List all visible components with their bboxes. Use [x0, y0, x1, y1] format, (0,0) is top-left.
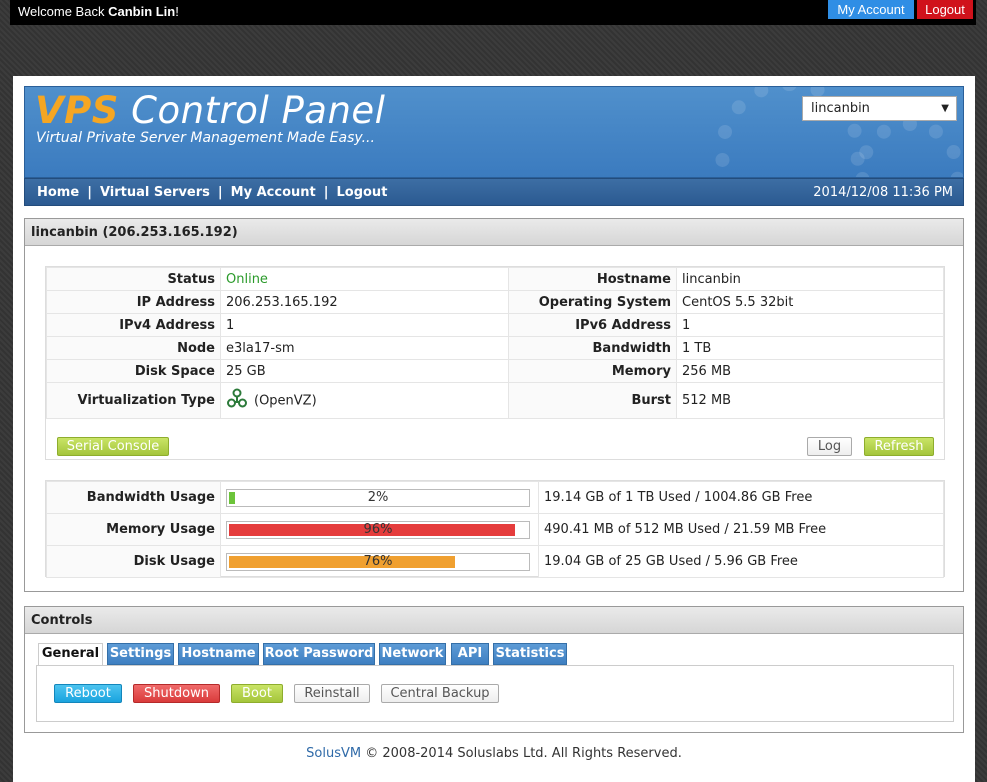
- server-info-table: Status Online Hostname lincanbin IP Address…: [45, 266, 945, 460]
- memory-progress-bar: 96%: [226, 520, 530, 539]
- page-subtitle: Virtual Private Server Management Made E…: [36, 130, 375, 146]
- server-panel: lincanbin (206.253.165.192) Status Online…: [24, 218, 964, 592]
- tab-network[interactable]: Network: [379, 643, 446, 665]
- user-name: Canbin Lin: [108, 4, 176, 19]
- central-backup-button[interactable]: Central Backup: [381, 684, 499, 703]
- nav-virtual-servers[interactable]: Virtual Servers: [100, 185, 210, 200]
- tab-root-password[interactable]: Root Password: [263, 643, 375, 665]
- my-account-button[interactable]: My Account: [828, 0, 914, 19]
- disk-progress-bar: 76%: [226, 552, 530, 571]
- solusvm-link[interactable]: SolusVM: [306, 746, 361, 761]
- nav-bar: Home | Virtual Servers | My Account | Logout 2…: [24, 178, 964, 206]
- reboot-button[interactable]: Reboot: [54, 684, 122, 703]
- logout-button[interactable]: Logout: [917, 0, 973, 19]
- datetime: 2014/12/08 11:36 PM: [813, 185, 953, 200]
- chevron-down-icon: ▼: [941, 103, 949, 114]
- nav-logout[interactable]: Logout: [336, 185, 387, 200]
- nav-home[interactable]: Home: [37, 185, 79, 200]
- tab-statistics[interactable]: Statistics: [493, 643, 567, 665]
- boot-button[interactable]: Boot: [231, 684, 283, 703]
- controls-header: Controls: [25, 607, 963, 634]
- serial-console-button[interactable]: Serial Console: [57, 437, 169, 456]
- refresh-button[interactable]: Refresh: [864, 437, 934, 456]
- tab-general[interactable]: General: [38, 643, 103, 666]
- header-banner: VPS Control Panel Virtual Private Server…: [24, 86, 964, 178]
- usage-table: Bandwidth Usage 2% 19.14 GB of 1 TB Used…: [45, 480, 945, 578]
- top-bar: Welcome Back Canbin Lin! My Account Logo…: [10, 0, 976, 25]
- tab-content-general: Reboot Shutdown Boot Reinstall Central B…: [36, 665, 954, 722]
- openvz-icon: [226, 388, 248, 414]
- page-title: VPS Control Panel: [35, 89, 386, 132]
- welcome-message: Welcome Back Canbin Lin!: [18, 4, 179, 19]
- controls-panel: Controls General Settings Hostname Root …: [24, 606, 964, 733]
- footer: SolusVM © 2008-2014 Soluslabs Ltd. All R…: [306, 746, 682, 761]
- log-button[interactable]: Log: [807, 437, 852, 456]
- server-select[interactable]: lincanbin ▼: [802, 96, 957, 121]
- status-value: Online: [220, 267, 509, 291]
- nav-my-account[interactable]: My Account: [231, 185, 316, 200]
- server-header: lincanbin (206.253.165.192): [25, 219, 963, 246]
- tab-hostname[interactable]: Hostname: [178, 643, 259, 665]
- reinstall-button[interactable]: Reinstall: [294, 684, 370, 703]
- gear-icon: [855, 117, 963, 177]
- tab-api[interactable]: API: [451, 643, 489, 665]
- bandwidth-progress-bar: 2%: [226, 488, 530, 507]
- shutdown-button[interactable]: Shutdown: [133, 684, 220, 703]
- main-container: VPS Control Panel Virtual Private Server…: [13, 76, 975, 782]
- tab-settings[interactable]: Settings: [107, 643, 174, 665]
